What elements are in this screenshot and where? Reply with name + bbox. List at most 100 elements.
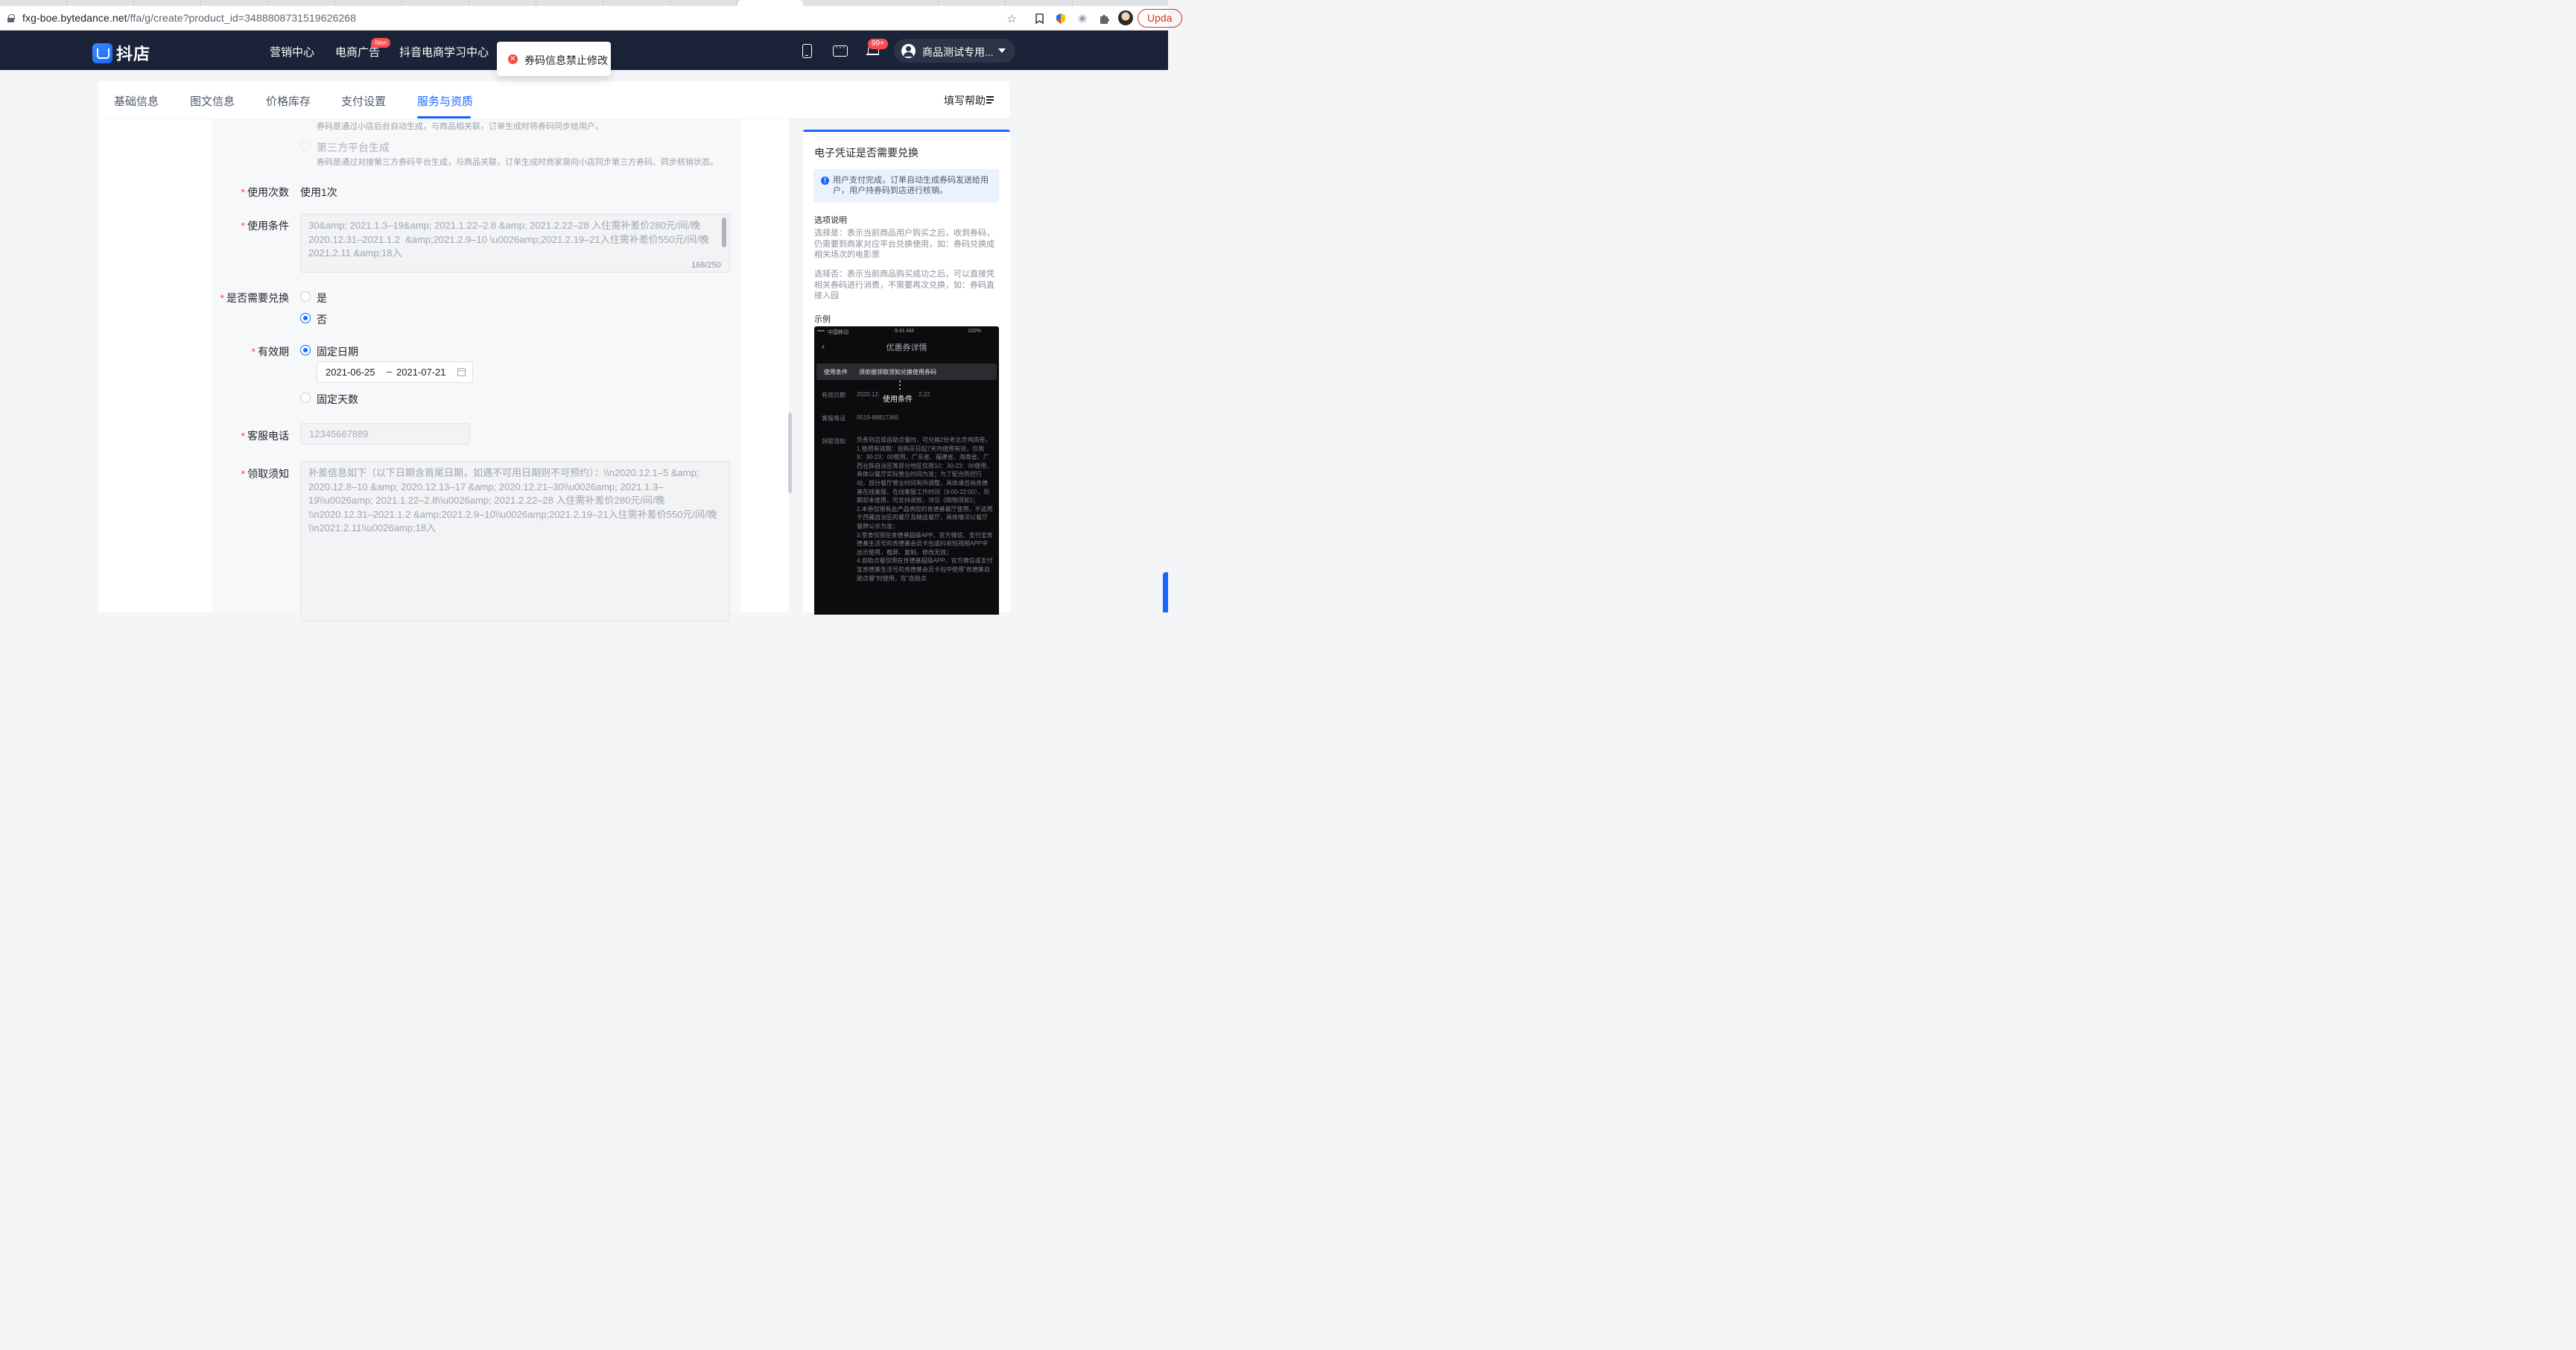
address-bar[interactable]: fxg-boe.bytedance.net/ffa/g/create?produ… [0,6,1182,31]
phone-page-title: 优惠券详情 [886,343,927,352]
service-phone-label: * 客服电话 [241,430,289,442]
usage-condition-textarea[interactable]: 30&amp; 2021.1.3–19&amp; 2021.1.22–2.8 &… [300,214,730,273]
active-tab-indicator [417,116,471,118]
validity-label: * 有效期 [251,346,289,358]
exchange-no-radio[interactable] [300,313,311,323]
logo-mark-icon [92,42,112,63]
tab-price-stock[interactable]: 价格库存 [266,93,311,109]
message-icon[interactable] [833,42,848,57]
phone-time: 9:41 AM [895,329,914,334]
notice-label: * 领取须知 [241,468,289,480]
help-info-text: 用户支付完成，订单自动生成券码发送给用户，用户持券码到店进行核销。 [833,176,989,195]
fixed-date-label: 固定日期 [317,346,358,358]
page-scrollbar[interactable] [788,413,792,493]
browser-tab-active[interactable] [737,0,803,6]
third-party-label: 第三方平台生成 [317,142,390,153]
mobile-phone-icon[interactable] [802,44,812,58]
error-toast: ✕ 券码信息禁止修改 [497,42,611,76]
signal-icon: ▪▪▪▪ [817,329,825,334]
row-value-tail: 2.22 [919,391,930,398]
date-separator: – [387,366,393,377]
error-icon: ✕ [508,54,518,64]
update-button[interactable]: Upda [1138,9,1182,28]
list-menu-icon[interactable] [986,96,994,104]
exchange-yes-radio[interactable] [300,291,311,302]
caret-down-icon [998,48,1006,53]
browser-tab[interactable] [603,0,670,6]
row-value: 须依据领取须知兑换使用券码 [859,369,936,375]
row-key: 使用条件 [824,369,848,375]
browser-tab[interactable] [670,0,737,6]
browser-tab[interactable] [939,0,1006,6]
tab-service-qualification[interactable]: 服务与资质 [417,93,473,109]
browser-tab[interactable] [1006,0,1073,6]
char-counter: 168/250 [691,261,721,270]
puzzle-extensions-icon[interactable] [1097,12,1111,25]
help-panel: 电子凭证是否需要兑换 ! 用户支付完成，订单自动生成券码发送给用户，用户持券码到… [803,130,1010,615]
phone-tooltip: 使用条件 [883,396,913,404]
tab-basic-info[interactable]: 基础信息 [114,93,159,109]
auto-generate-hint: 券码是通过小店后台自动生成，与商品相关联，订单生成时将券码同步给用户。 [317,122,603,131]
row-key: 客服电话 [822,415,846,422]
start-date[interactable]: 2021-06-25 [326,367,375,378]
logo[interactable]: 抖店 [92,41,150,65]
options-title: 选项说明 [814,216,847,225]
phone-battery: 100% [968,329,981,334]
usage-condition-label: * 使用条件 [241,220,289,232]
notification-count-badge: 99+ [868,39,888,49]
nav-item-learning[interactable]: 抖音电商学习中心 [399,44,489,60]
notice-textarea[interactable]: 补差信息如下（以下日期含首尾日期，如遇不可用日期则不可预约）：\\n2020.1… [300,461,730,621]
browser-tab[interactable] [0,0,67,6]
row-value: 2020.12. [857,391,881,398]
browser-tab[interactable] [872,0,939,6]
browser-tabstrip [0,0,1168,6]
option-yes-desc: 选择是：表示当前商品用户购买之后，收到券码，仍需要到商家对应平台兑换使用，如：券… [814,229,994,259]
user-name: 商品测试专用... [922,46,994,58]
user-avatar-icon [901,44,916,58]
date-range-picker[interactable]: 2021-06-25 – 2021-07-21 [317,361,473,383]
star-icon[interactable]: ☆ [1005,12,1018,25]
nav-item-marketing[interactable]: 营销中心 [270,44,314,60]
calendar-icon[interactable] [457,368,466,376]
browser-tab[interactable] [536,0,603,6]
help-title: 电子凭证是否需要兑换 [814,147,919,159]
browser-tab[interactable] [469,0,536,6]
logo-text: 抖店 [116,45,151,63]
end-date[interactable]: 2021-07-21 [396,367,446,378]
row-key: 领取须知 [822,438,846,445]
fixed-days-radio[interactable] [300,393,311,403]
lock-icon[interactable] [7,14,15,22]
form-tabs: 基础信息 图文信息 价格库存 支付设置 服务与资质 填写帮助 [98,81,1010,118]
help-info-box: ! 用户支付完成，订单自动生成券码发送给用户，用户持券码到店进行核销。 [813,169,999,203]
browser-tab[interactable] [134,0,201,6]
extension-globe-icon[interactable] [1076,12,1089,25]
row-key: 有效日期 [822,392,846,399]
url-text[interactable]: fxg-boe.bytedance.net/ffa/g/create?produ… [22,12,356,24]
exchange-required-label: * 是否需要兑换 [220,292,289,304]
bookmark-icon[interactable] [1032,12,1046,25]
tab-image-text[interactable]: 图文信息 [190,93,235,109]
example-title: 示例 [814,315,831,324]
phone-carrier: 中国移动 [828,330,848,335]
extension-colorful-icon[interactable] [1054,12,1067,25]
usage-count-label: * 使用次数 [241,186,289,198]
browser-tab[interactable] [201,0,268,6]
third-party-radio[interactable] [300,141,311,151]
service-phone-input[interactable]: 12345667889 [300,423,470,445]
browser-tab[interactable] [402,0,469,6]
fixed-days-label: 固定天数 [317,393,358,405]
user-menu[interactable]: 商品测试专用... [894,39,1015,63]
fill-help-link[interactable]: 填写帮助 [944,93,986,108]
fixed-date-radio[interactable] [300,345,311,355]
profile-avatar[interactable] [1118,10,1133,25]
browser-tab[interactable] [67,0,134,6]
browser-tab[interactable] [335,0,402,6]
usage-count-value: 使用1次 [300,186,337,198]
floating-side-button[interactable] [1163,572,1168,612]
toast-message: 券码信息禁止修改 [524,54,608,66]
exchange-yes-label: 是 [317,292,327,304]
third-party-hint: 券码是通过对接第三方券码平台生成，与商品关联，订单生成时商家需向小店同步第三方券… [317,158,718,167]
tab-payment[interactable]: 支付设置 [341,93,386,109]
textarea-scrollbar[interactable] [722,218,726,247]
browser-tab[interactable] [268,0,335,6]
